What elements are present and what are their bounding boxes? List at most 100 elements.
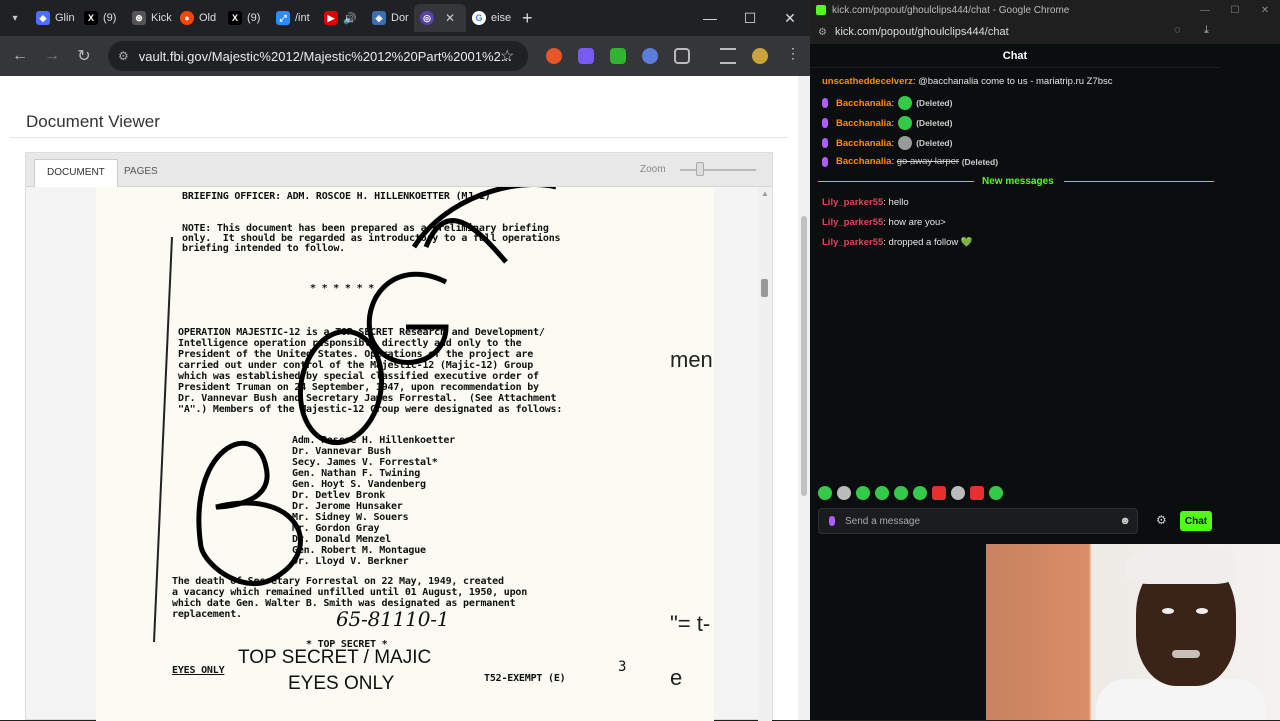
chat-username[interactable]: Bacchanalia (836, 98, 891, 109)
emote-icon[interactable] (856, 486, 870, 500)
tab-7[interactable]: ◈ Dor (366, 4, 414, 32)
page-scroll-thumb[interactable] (801, 216, 807, 496)
tab-3[interactable]: ● Old (174, 4, 222, 32)
chat-username[interactable]: Lily_parker55 (822, 217, 883, 228)
close-window-icon[interactable]: ✕ (770, 10, 810, 27)
emote-icon[interactable] (970, 486, 984, 500)
chat-text: how are you> (888, 217, 946, 228)
chat-message-input[interactable] (845, 515, 1120, 527)
extensions-puzzle-icon[interactable] (674, 48, 690, 64)
zoom-slider-handle[interactable] (696, 162, 704, 176)
chat-username[interactable]: Lily_parker55 (822, 237, 883, 248)
divider-line (1064, 181, 1214, 182)
emote-icon[interactable] (989, 486, 1003, 500)
extension-shield-icon[interactable] (642, 48, 658, 64)
chat-message: Bacchanalia: (Deleted) (822, 136, 952, 150)
scroll-up-icon[interactable]: ▲ (761, 189, 769, 198)
shield-icon: ◈ (372, 11, 386, 25)
chat-username[interactable]: Bacchanalia (836, 138, 891, 149)
tab-4[interactable]: X (9) (222, 4, 270, 32)
tab-9[interactable]: Geise (466, 4, 514, 32)
viewer-scrollbar[interactable]: ▲ (758, 187, 772, 721)
speaker-icon: 🔊 (343, 12, 357, 25)
chat-username[interactable]: unscatheddecelverz (822, 76, 913, 87)
new-messages-divider: New messages (818, 176, 1214, 188)
chat-username[interactable]: Bacchanalia (836, 118, 891, 129)
chat-settings-gear-icon[interactable]: ⚙ (1156, 513, 1167, 527)
chat-text: @bacchanalia come to us - mariatrip.ru Z… (918, 76, 1113, 87)
chat-username[interactable]: Bacchanalia (836, 156, 891, 167)
chat-address-bar[interactable]: ⚙ kick.com/popout/ghoulclips444/chat ◌ ⤓ (810, 20, 1280, 44)
new-tab-icon[interactable]: + (522, 8, 533, 29)
openai-icon: ⊛ (132, 11, 146, 25)
viewer-header: Document Viewer (10, 98, 788, 138)
webcam-person-eye (1162, 608, 1174, 614)
mic-badge-icon (822, 138, 828, 148)
zoom-label: Zoom (640, 164, 666, 175)
forward-icon[interactable]: → (36, 47, 68, 65)
emote-icon[interactable] (837, 486, 851, 500)
tab-5[interactable]: ⤢ /int (270, 4, 318, 32)
emote-icon[interactable] (951, 486, 965, 500)
left-browser-window: ▾ ◆ Glin X (9) ⊛ Kick ● Old X (9) ⤢/int ▶ 🔊 ◈ D… (0, 0, 810, 721)
minimize-icon[interactable]: — (1190, 5, 1220, 16)
extension-purple-icon[interactable] (578, 48, 594, 64)
chat-header: Chat (810, 44, 1220, 68)
close-icon[interactable]: ✕ (445, 11, 455, 25)
extension-green-icon[interactable] (610, 48, 626, 64)
diamond-icon: ◆ (36, 11, 50, 25)
bookmark-star-icon[interactable]: ☆ (500, 46, 514, 66)
emoji-picker-icon[interactable]: ☻ (1119, 515, 1131, 527)
tab-label: Dor (391, 12, 409, 24)
emote-icon[interactable] (913, 486, 927, 500)
browser-toolbar: ← → ↻ ⚙ vault.fbi.gov/Majestic%2012/Maje… (0, 36, 810, 76)
tab-pages[interactable]: PAGES (112, 159, 170, 187)
tab-8-active[interactable]: ◎ ✕ (414, 4, 466, 32)
window-controls: — ☐ ✕ (690, 10, 810, 27)
tab-document[interactable]: DOCUMENT (34, 159, 118, 187)
chat-url: kick.com/popout/ghoulclips444/chat (834, 26, 1009, 38)
reload-icon[interactable]: ↻ (68, 46, 100, 66)
emote-icon (898, 136, 913, 150)
chat-username[interactable]: Lily_parker55 (822, 197, 883, 208)
tab-1[interactable]: X (9) (78, 4, 126, 32)
emote-icon[interactable] (818, 486, 832, 500)
emote-icon[interactable] (932, 486, 946, 500)
kick-logo-icon (816, 5, 826, 15)
viewer-scroll-thumb[interactable] (761, 279, 768, 297)
emote-icon[interactable] (894, 486, 908, 500)
quick-emote-bar (818, 486, 1003, 502)
tab-0[interactable]: ◆ Glin (30, 4, 78, 32)
eye-off-icon[interactable]: ◌ (1174, 24, 1181, 36)
chat-message: Lily_parker55: dropped a follow 💚 (822, 237, 973, 248)
chat-text: dropped a follow 💚 (888, 237, 973, 248)
menu-dots-icon[interactable]: ⋮ (786, 45, 802, 61)
download-icon[interactable]: ⤓ (1204, 24, 1209, 37)
send-chat-button[interactable]: Chat (1180, 511, 1212, 531)
tab-label: (9) (103, 12, 117, 24)
tab-search-icon[interactable]: ▾ (0, 0, 30, 36)
maximize-icon[interactable]: ☐ (730, 10, 770, 27)
page-scrollbar[interactable] (798, 76, 810, 720)
back-icon[interactable]: ← (4, 47, 36, 65)
tab-6[interactable]: ▶ 🔊 (318, 4, 366, 32)
tab-2[interactable]: ⊛ Kick (126, 4, 174, 32)
close-window-icon[interactable]: ✕ (1250, 5, 1280, 16)
zoom-slider[interactable] (680, 169, 756, 171)
site-info-icon[interactable]: ⚙ (818, 27, 827, 38)
address-bar[interactable]: ⚙ vault.fbi.gov/Majestic%2012/Majestic%2… (108, 41, 528, 71)
extension-fox-icon[interactable] (546, 48, 562, 64)
emote-icon[interactable] (875, 486, 889, 500)
tab-label: Kick (151, 12, 172, 24)
deleted-label: (Deleted) (916, 98, 953, 108)
new-messages-label: New messages (982, 176, 1054, 187)
page-content: Document Viewer DOCUMENT PAGES Zoom BRIE… (0, 76, 798, 721)
minimize-icon[interactable]: — (690, 10, 730, 27)
viewer-toolbar: DOCUMENT PAGES Zoom (26, 153, 772, 187)
media-control-icon[interactable] (720, 48, 736, 64)
webcam-overlay (986, 544, 1280, 720)
emote-icon (898, 96, 913, 110)
maximize-icon[interactable]: ☐ (1220, 5, 1250, 16)
profile-avatar[interactable] (752, 48, 768, 64)
site-info-icon[interactable]: ⚙ (118, 49, 129, 63)
